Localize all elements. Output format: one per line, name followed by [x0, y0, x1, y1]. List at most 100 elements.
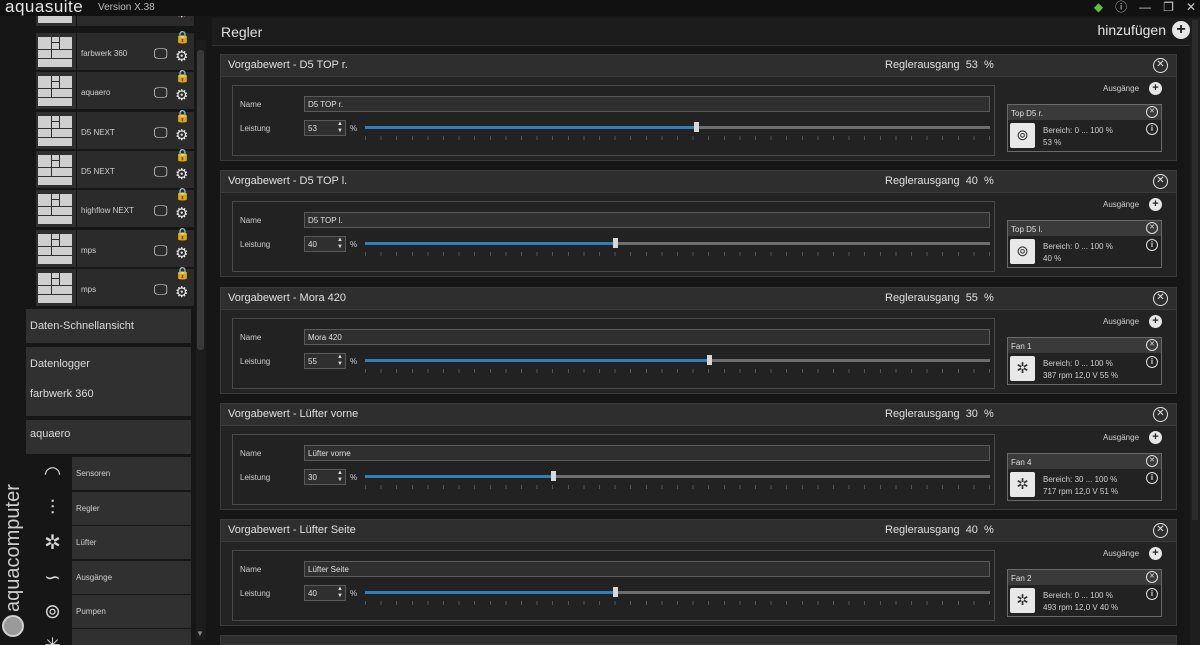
panel-title: Vorgabewert - Lüfter vorne — [228, 407, 359, 420]
slider-handle[interactable] — [613, 238, 618, 249]
spin-arrows-icon[interactable]: ▲ ▼ — [337, 237, 343, 251]
name-field[interactable]: Lüfter Seite — [304, 561, 990, 578]
info-icon[interactable]: i — [1146, 588, 1158, 601]
sidebar-scrollbar[interactable]: ▼ — [196, 40, 206, 640]
sidebar-scroll-thumb[interactable] — [197, 50, 204, 350]
gear-icon[interactable]: ⚙ — [175, 126, 188, 144]
sidebar-sub-item[interactable]: ✲ Lüfter — [36, 526, 191, 559]
add-output-button[interactable]: + — [1149, 314, 1162, 328]
power-stepper[interactable]: 55 ▲ ▼ — [304, 352, 346, 369]
device-item[interactable]: mps 🖵 🔒 ⚙ — [36, 266, 194, 306]
monitor-icon[interactable]: 🖵 — [154, 163, 168, 180]
info-icon[interactable]: i — [1146, 471, 1158, 484]
name-field[interactable]: Mora 420 — [304, 328, 990, 345]
device-item-partial[interactable]: ⚙ — [36, 16, 194, 26]
restore-icon[interactable]: ❐ — [1163, 0, 1174, 14]
info-icon[interactable]: i — [1146, 355, 1158, 368]
device-item[interactable]: D5 NEXT 🖵 🔒 ⚙ — [36, 109, 194, 149]
controller-output-value: 40 % — [965, 524, 994, 537]
spin-arrows-icon[interactable]: ▲ ▼ — [337, 354, 343, 368]
gear-icon[interactable]: ⚙ — [175, 47, 188, 65]
sidebar-menu-item[interactable]: Datenlogger — [26, 347, 191, 381]
device-item[interactable]: D5 NEXT 🖵 🔒 ⚙ — [36, 148, 194, 188]
power-slider[interactable] — [365, 238, 990, 249]
sidebar-sub-item[interactable]: ◠ Sensoren — [36, 457, 191, 490]
gear-icon[interactable]: ⚙ — [175, 283, 188, 301]
monitor-icon[interactable]: 🖵 — [154, 202, 168, 219]
remove-output-icon[interactable]: ✕ — [1146, 338, 1158, 351]
main-scroll-thumb[interactable] — [1192, 20, 1198, 520]
slider-handle[interactable] — [706, 354, 712, 365]
info-icon[interactable]: ⓘ — [1115, 0, 1127, 14]
monitor-icon[interactable]: 🖵 — [154, 84, 168, 101]
sidebar-menu-item[interactable]: farbwerk 360 — [26, 380, 191, 416]
scroll-down-icon[interactable]: ▼ — [196, 629, 204, 638]
slider-handle[interactable] — [550, 470, 556, 481]
close-panel-icon[interactable]: ✕ — [1153, 58, 1168, 73]
sidebar-menu-item[interactable]: Daten-Schnellansicht — [26, 309, 191, 343]
monitor-icon[interactable]: 🖵 — [154, 124, 168, 141]
lock-icon[interactable]: 🔒 — [175, 187, 190, 201]
close-panel-icon[interactable]: ✕ — [1153, 174, 1168, 190]
add-output-button[interactable]: + — [1149, 198, 1162, 212]
add-output-button[interactable]: + — [1149, 547, 1162, 561]
gear-icon[interactable]: ⚙ — [175, 16, 188, 21]
power-slider[interactable] — [365, 122, 990, 132]
minimize-icon[interactable]: — — [1139, 0, 1151, 14]
power-stepper[interactable]: 40 ▲ ▼ — [304, 585, 346, 602]
close-icon[interactable]: ✕ — [1186, 0, 1196, 14]
lock-icon[interactable]: 🔒 — [175, 69, 190, 83]
monitor-icon[interactable]: 🖵 — [154, 281, 168, 298]
remove-output-icon[interactable]: ✕ — [1146, 454, 1158, 467]
lock-icon[interactable]: 🔒 — [175, 148, 190, 162]
slider-handle[interactable] — [694, 122, 700, 132]
power-slider[interactable] — [365, 470, 990, 481]
remove-output-icon[interactable]: ✕ — [1146, 222, 1158, 235]
name-field[interactable]: D5 TOP r. — [304, 96, 990, 112]
brand-text: aquacomputer — [2, 484, 24, 612]
device-item[interactable]: aquaero 🖵 🔒 ⚙ — [36, 69, 194, 110]
sidebar-sub-item[interactable]: ⫶ Regler — [36, 491, 191, 525]
device-item[interactable]: farbwerk 360 🖵 🔒 ⚙ — [36, 30, 194, 70]
power-stepper[interactable]: 30 ▲ ▼ — [304, 468, 346, 485]
add-output-button[interactable]: + — [1149, 430, 1162, 444]
spin-arrows-icon[interactable]: ▲ ▼ — [337, 470, 343, 484]
close-panel-icon[interactable]: ✕ — [1153, 406, 1168, 422]
slider-handle[interactable] — [613, 587, 618, 598]
sidebar-sub-item-partial[interactable]: ✳ — [36, 629, 191, 645]
lock-icon[interactable]: 🔒 — [175, 227, 190, 241]
gear-icon[interactable]: ⚙ — [175, 204, 188, 222]
lock-icon[interactable]: 🔒 — [175, 266, 190, 280]
lock-icon[interactable]: 🔒 — [175, 109, 190, 123]
layers-icon[interactable]: ◆ — [1094, 0, 1103, 14]
gear-icon[interactable]: ⚙ — [175, 86, 188, 104]
device-item[interactable]: highflow NEXT 🖵 🔒 ⚙ — [36, 187, 194, 228]
add-controller-button[interactable]: hinzufügen + — [1097, 21, 1190, 39]
name-field[interactable]: Lüfter vorne — [304, 444, 990, 461]
sidebar-sub-item[interactable]: ∽ Ausgänge — [36, 560, 191, 594]
monitor-icon[interactable]: 🖵 — [154, 45, 168, 62]
sidebar-menu-item[interactable]: aquaero — [26, 420, 191, 454]
power-value: 30 — [308, 472, 317, 482]
power-stepper[interactable]: 53 ▲ ▼ — [304, 120, 346, 136]
info-icon[interactable]: i — [1146, 123, 1158, 135]
info-icon[interactable]: i — [1146, 239, 1158, 252]
spin-arrows-icon[interactable]: ▲ ▼ — [337, 586, 343, 600]
power-slider[interactable] — [365, 354, 990, 365]
name-field[interactable]: D5 TOP l. — [304, 212, 990, 229]
add-output-button[interactable]: + — [1149, 82, 1162, 95]
gear-icon[interactable]: ⚙ — [175, 165, 188, 183]
remove-output-icon[interactable]: ✕ — [1146, 571, 1158, 584]
close-panel-icon[interactable]: ✕ — [1153, 523, 1168, 539]
device-item[interactable]: mps 🖵 🔒 ⚙ — [36, 227, 194, 267]
remove-output-icon[interactable]: ✕ — [1146, 106, 1158, 118]
close-panel-icon[interactable]: ✕ — [1153, 290, 1168, 306]
gear-icon[interactable]: ⚙ — [175, 244, 188, 262]
monitor-icon[interactable]: 🖵 — [154, 242, 168, 259]
main-scrollbar[interactable] — [1190, 18, 1200, 645]
lock-icon[interactable]: 🔒 — [175, 30, 190, 44]
power-slider[interactable] — [365, 587, 990, 598]
sidebar-sub-item[interactable]: ⊚ Pumpen — [36, 595, 191, 628]
power-stepper[interactable]: 40 ▲ ▼ — [304, 236, 346, 253]
spin-arrows-icon[interactable]: ▲ ▼ — [337, 121, 343, 135]
